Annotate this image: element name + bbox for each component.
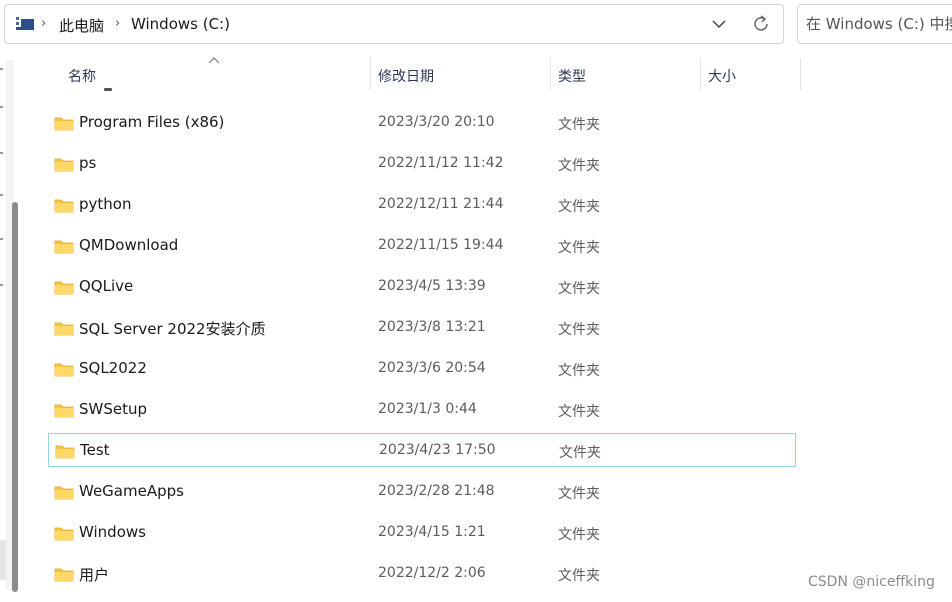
file-type: 文件夹 (558, 568, 600, 584)
file-modified: 2023/3/20 20:10 (378, 114, 495, 130)
file-name: python (79, 195, 132, 213)
folder-icon (54, 363, 74, 377)
nav-item-marker (0, 238, 3, 240)
file-modified: 2022/11/15 19:44 (378, 237, 504, 253)
column-divider[interactable] (800, 58, 801, 90)
file-type: 文件夹 (558, 199, 600, 215)
folder-icon (54, 486, 74, 500)
file-row[interactable]: QQLive 2023/4/5 13:39 文件夹 (48, 270, 796, 304)
file-name: WeGameApps (79, 482, 184, 500)
file-name: QQLive (79, 277, 134, 295)
file-modified: 2023/3/6 20:54 (378, 360, 486, 376)
this-pc-icon[interactable] (15, 16, 35, 32)
file-modified: 2023/4/15 1:21 (378, 524, 486, 540)
search-box[interactable] (797, 4, 952, 44)
column-header-type-label: 类型 (558, 69, 586, 85)
file-modified: 2022/11/12 11:42 (378, 155, 504, 171)
breadcrumb-separator[interactable]: › (115, 16, 120, 31)
file-name: SQL Server 2022安装介质 (79, 320, 266, 338)
column-header-name-label: 名称 (68, 69, 96, 85)
sort-ascending-icon (208, 57, 220, 64)
file-name: 用户 (79, 566, 110, 584)
file-name: SWSetup (79, 400, 148, 418)
file-row[interactable]: SQL2022 2023/3/6 20:54 文件夹 (48, 352, 796, 386)
nav-item-marker (0, 194, 3, 196)
navigation-pane-edge (0, 52, 26, 602)
file-type: 文件夹 (559, 445, 601, 461)
file-name: SQL2022 (79, 359, 147, 377)
breadcrumb-drive-c[interactable]: Windows (C:) (131, 15, 230, 33)
file-name: Test (80, 441, 110, 459)
file-type: 文件夹 (558, 363, 600, 379)
column-header-modified-label: 修改日期 (378, 69, 434, 85)
file-row[interactable]: SWSetup 2023/1/3 0:44 文件夹 (48, 393, 796, 427)
breadcrumb-separator[interactable]: › (41, 16, 46, 31)
address-bar[interactable]: › 此电脑 › Windows (C:) (4, 4, 784, 44)
watermark: CSDN @niceffking (808, 574, 935, 590)
file-modified: 2023/3/8 13:21 (378, 319, 486, 335)
column-header-size[interactable]: 大小 (700, 58, 800, 90)
nav-scrollbar-thumb[interactable] (12, 202, 18, 592)
refresh-icon[interactable] (747, 11, 775, 37)
file-row[interactable]: ps 2022/11/12 11:42 文件夹 (48, 147, 796, 181)
folder-icon (54, 199, 74, 213)
file-row[interactable]: WeGameApps 2023/2/28 21:48 文件夹 (48, 475, 796, 509)
file-name: QMDownload (79, 236, 179, 254)
folder-icon (54, 568, 74, 582)
folder-icon (54, 158, 74, 172)
nav-item-marker (0, 152, 3, 154)
file-row[interactable]: Windows 2023/4/15 1:21 文件夹 (48, 516, 796, 550)
breadcrumb-this-pc[interactable]: 此电脑 (59, 15, 104, 36)
folder-icon (54, 527, 74, 541)
file-modified: 2022/12/2 2:06 (378, 565, 486, 581)
file-name: Program Files (x86) (79, 113, 225, 131)
folder-icon (54, 281, 74, 295)
file-name: ps (79, 154, 97, 172)
file-list: Program Files (x86) 2023/3/20 20:10 文件夹 … (48, 90, 952, 602)
folder-icon (54, 404, 74, 418)
file-modified: 2023/1/3 0:44 (378, 401, 477, 417)
file-type: 文件夹 (558, 281, 600, 297)
file-row[interactable]: Program Files (x86) 2023/3/20 20:10 文件夹 (48, 106, 796, 140)
file-row[interactable]: python 2022/12/11 21:44 文件夹 (48, 188, 796, 222)
file-type: 文件夹 (558, 117, 600, 133)
file-row[interactable]: 用户 2022/12/2 2:06 文件夹 (48, 557, 796, 591)
address-row: › 此电脑 › Windows (C:) (0, 0, 952, 52)
nav-item-marker (0, 68, 3, 70)
file-row[interactable]: SQL Server 2022安装介质 2023/3/8 13:21 文件夹 (48, 311, 796, 345)
nav-item-marker (0, 106, 3, 108)
file-modified: 2023/4/5 13:39 (378, 278, 486, 294)
folder-icon (55, 445, 75, 459)
file-name: Windows (79, 523, 146, 541)
folder-icon (54, 322, 74, 336)
file-type: 文件夹 (558, 322, 600, 338)
file-type: 文件夹 (558, 527, 600, 543)
file-type: 文件夹 (558, 404, 600, 420)
file-modified: 2023/2/28 21:48 (378, 483, 495, 499)
file-modified: 2023/4/23 17:50 (379, 442, 496, 458)
file-row-selected[interactable]: Test 2023/4/23 17:50 文件夹 (48, 433, 796, 467)
nav-item-highlight (0, 540, 6, 580)
column-header-modified[interactable]: 修改日期 (370, 58, 550, 90)
chevron-down-icon[interactable] (705, 11, 733, 37)
folder-icon (54, 117, 74, 131)
folder-icon (54, 240, 74, 254)
search-input[interactable] (806, 14, 952, 34)
column-header-type[interactable]: 类型 (550, 58, 700, 90)
file-type: 文件夹 (558, 240, 600, 256)
file-row[interactable]: QMDownload 2022/11/15 19:44 文件夹 (48, 229, 796, 263)
file-type: 文件夹 (558, 486, 600, 502)
file-type: 文件夹 (558, 158, 600, 174)
nav-item-marker (0, 284, 3, 286)
column-header-size-label: 大小 (708, 69, 736, 85)
file-modified: 2022/12/11 21:44 (378, 196, 504, 212)
